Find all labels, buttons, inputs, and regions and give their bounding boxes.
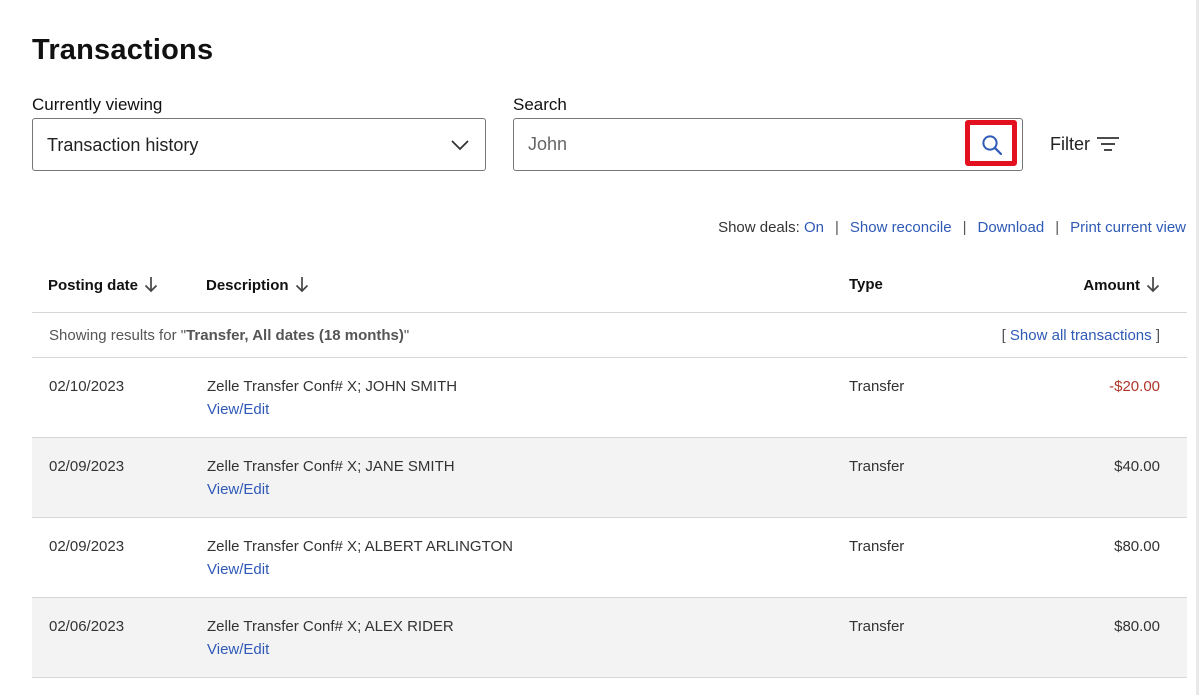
search-label: Search (513, 95, 567, 114)
table-row: 02/10/2023 Zelle Transfer Conf# X; JOHN … (32, 358, 1187, 438)
show-deals-label: Show deals: (718, 219, 800, 236)
table-row: 02/09/2023 Zelle Transfer Conf# X; ALBER… (32, 518, 1187, 598)
type-header: Type (849, 276, 883, 293)
search-icon (982, 135, 1003, 156)
bracket-open: [ (1001, 327, 1010, 344)
bracket-close: ] (1151, 327, 1160, 344)
transaction-type: Transfer (849, 458, 905, 475)
posting-date: 02/09/2023 (49, 538, 125, 555)
table-header: Posting date Description Type Amount (32, 258, 1187, 313)
currently-viewing-label: Currently viewing (32, 95, 163, 114)
search-input[interactable] (515, 120, 970, 169)
view-edit-link[interactable]: View/Edit (207, 481, 455, 498)
print-current-view-link[interactable]: Print current view (1070, 219, 1186, 236)
separator: | (962, 219, 967, 236)
view-edit-link[interactable]: View/Edit (207, 641, 454, 658)
currently-viewing-select[interactable]: Transaction history (32, 118, 486, 171)
description-text: Zelle Transfer Conf# X; JANE SMITH (207, 458, 455, 475)
posting-date-header: Posting date (48, 277, 139, 294)
separator: | (1055, 219, 1060, 236)
results-summary: Showing results for "Transfer, All dates… (49, 327, 409, 344)
description-header: Description (206, 277, 289, 294)
download-link[interactable]: Download (978, 219, 1045, 236)
description-text: Zelle Transfer Conf# X; JOHN SMITH (207, 378, 458, 395)
arrow-down-icon (1146, 277, 1160, 293)
separator: | (834, 219, 839, 236)
filter-label: Filter (1050, 133, 1090, 154)
view-edit-link[interactable]: View/Edit (207, 561, 513, 578)
show-all-transactions-link[interactable]: Show all transactions (1010, 327, 1152, 344)
table-row: 02/06/2023 Zelle Transfer Conf# X; ALEX … (32, 598, 1187, 678)
transaction-type: Transfer (849, 378, 905, 395)
filter-button[interactable]: Filter (1050, 133, 1119, 155)
chevron-down-icon (451, 140, 469, 151)
amount: -$20.00 (1109, 378, 1160, 395)
description-cell: Zelle Transfer Conf# X; ALBERT ARLINGTON… (207, 538, 513, 578)
description-cell: Zelle Transfer Conf# X; JOHN SMITH View/E… (207, 378, 457, 418)
sort-posting-date[interactable]: Posting date (48, 276, 158, 294)
amount-header: Amount (1083, 277, 1140, 294)
search-button[interactable] (965, 120, 1017, 166)
description-text: Zelle Transfer Conf# X; ALBERT ARLINGTON (207, 538, 513, 555)
currently-viewing-value: Transaction history (47, 135, 199, 155)
transactions-table: Posting date Description Type Amount Sho… (32, 258, 1187, 678)
results-prefix: Showing results for " (49, 327, 187, 344)
table-row: 02/09/2023 Zelle Transfer Conf# X; JANE … (32, 438, 1187, 518)
amount: $80.00 (1114, 618, 1160, 635)
amount: $80.00 (1114, 538, 1160, 555)
description-text: Zelle Transfer Conf# X; ALEX RIDER (207, 618, 454, 635)
view-edit-link[interactable]: View/Edit (207, 401, 457, 418)
filter-icon (1097, 137, 1119, 152)
view-options-bar: Show deals: On | Show reconcile | Download | P… (718, 219, 1186, 236)
amount: $40.00 (1114, 458, 1160, 475)
transaction-type: Transfer (849, 618, 905, 635)
show-all-wrapper: [ Show all transactions ] (1002, 327, 1160, 344)
sort-amount[interactable]: Amount (1083, 276, 1160, 294)
description-cell: Zelle Transfer Conf# X; ALEX RIDER View/E… (207, 618, 454, 658)
transaction-type: Transfer (849, 538, 905, 555)
arrow-down-icon (295, 277, 308, 293)
search-field (513, 118, 1023, 171)
arrow-down-icon (144, 277, 158, 293)
posting-date: 02/10/2023 (49, 378, 125, 395)
posting-date: 02/06/2023 (49, 618, 125, 635)
show-reconcile-link[interactable]: Show reconcile (850, 219, 952, 236)
posting-date: 02/09/2023 (49, 458, 125, 475)
page-title: Transactions (32, 34, 214, 66)
sort-description[interactable]: Description (206, 276, 309, 294)
description-cell: Zelle Transfer Conf# X; JANE SMITH View/E… (207, 458, 455, 498)
results-query: Transfer, All dates (18 months) (186, 327, 404, 344)
results-suffix: " (403, 327, 410, 344)
show-deals-toggle[interactable]: On (804, 219, 824, 236)
results-notice: Showing results for "Transfer, All dates… (32, 313, 1187, 358)
